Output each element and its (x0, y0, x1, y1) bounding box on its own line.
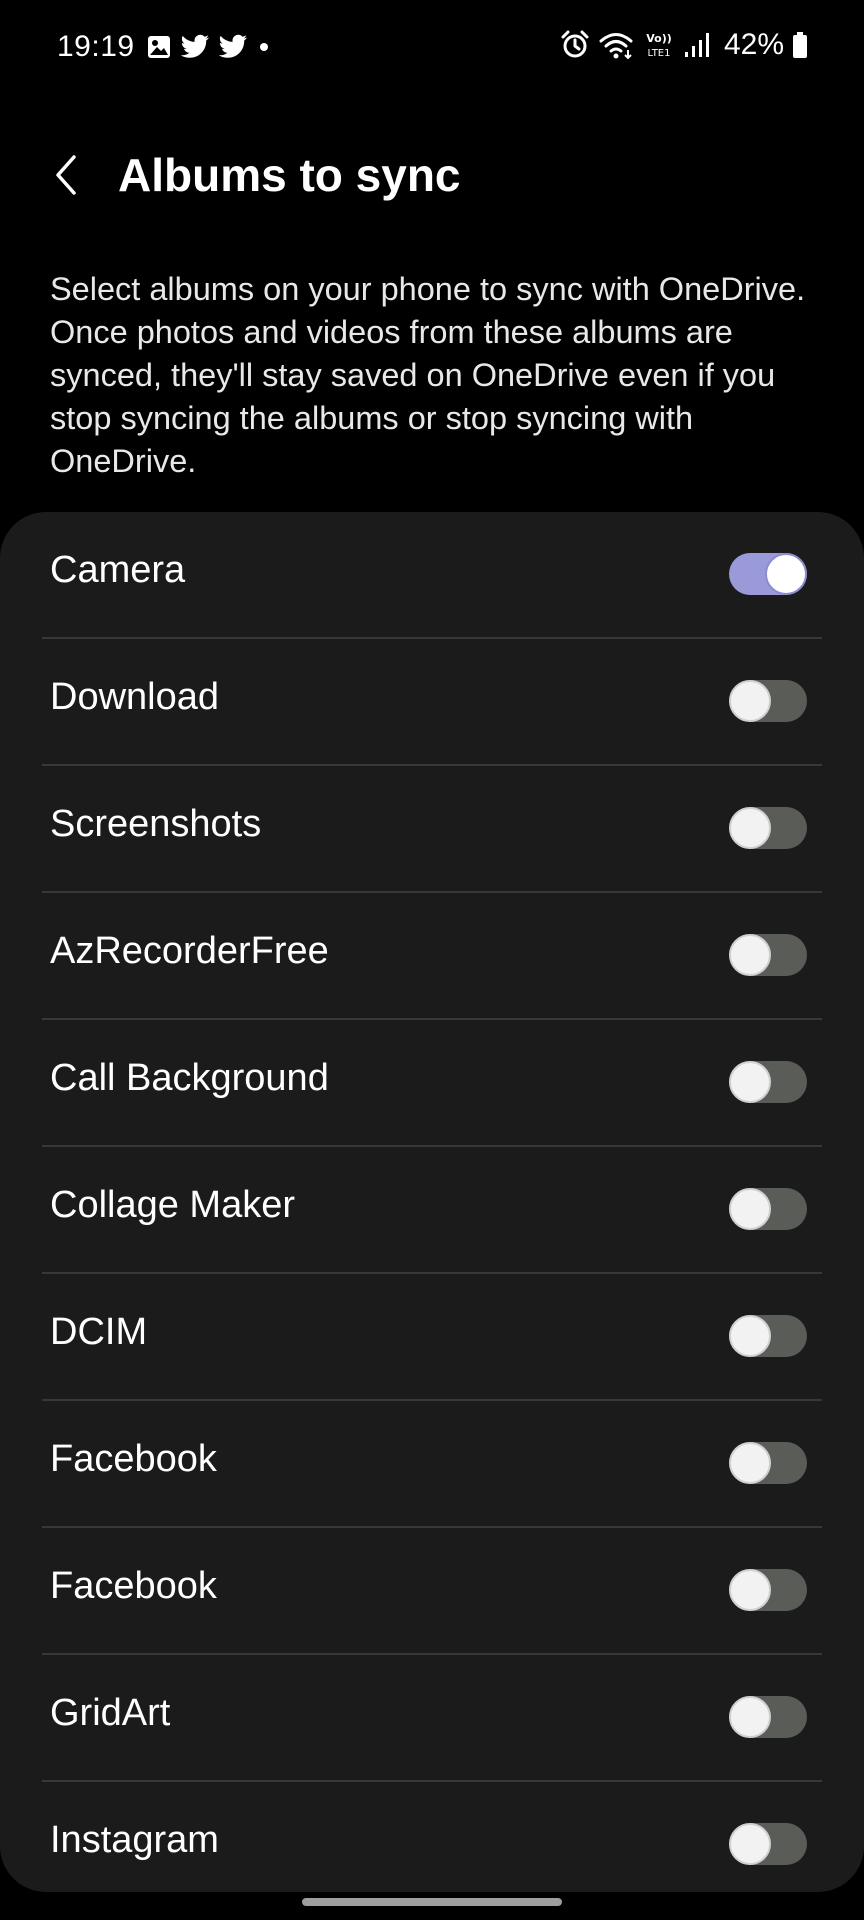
album-label: Download (50, 676, 219, 718)
svg-text:Vo)): Vo)) (646, 32, 672, 45)
toggle-knob (729, 934, 771, 976)
status-bar: 19:19 Vo)) LTE1 42% (0, 0, 864, 96)
albums-list: Camera Download Screenshots AzRecorderFr… (0, 512, 864, 1892)
album-label: Screenshots (50, 803, 262, 845)
svg-text:LTE1: LTE1 (647, 48, 670, 59)
album-label: AzRecorderFree (50, 930, 329, 972)
twitter-icon (180, 34, 210, 60)
toggle-knob (765, 553, 807, 595)
toggle-knob (729, 1061, 771, 1103)
album-label: Facebook (50, 1565, 217, 1607)
call-background-sync-toggle[interactable] (729, 1061, 807, 1103)
album-label: DCIM (50, 1311, 148, 1353)
toggle-knob (729, 1823, 771, 1865)
album-item-screenshots[interactable]: Screenshots (0, 766, 864, 893)
gesture-nav-handle[interactable] (302, 1898, 562, 1906)
album-item-gridart[interactable]: GridArt (0, 1655, 864, 1782)
sync-description: Select albums on your phone to sync with… (50, 271, 806, 479)
volte-icon: Vo)) LTE1 (642, 30, 676, 60)
battery-icon (792, 30, 808, 60)
facebook-sync-toggle[interactable] (729, 1442, 807, 1484)
status-time: 19:19 (57, 30, 135, 63)
album-label: GridArt (50, 1692, 171, 1734)
gridart-sync-toggle[interactable] (729, 1696, 807, 1738)
album-label: Facebook (50, 1438, 217, 1480)
azrecorderfree-sync-toggle[interactable] (729, 934, 807, 976)
instagram-sync-toggle[interactable] (729, 1823, 807, 1865)
camera-sync-toggle[interactable] (729, 553, 807, 595)
album-item-azrecorderfree[interactable]: AzRecorderFree (0, 893, 864, 1020)
gallery-icon (146, 34, 172, 60)
page-title: Albums to sync (118, 149, 461, 201)
toggle-knob (729, 1315, 771, 1357)
system-icons: Vo)) LTE1 42% (560, 28, 808, 62)
album-item-camera[interactable]: Camera (0, 512, 864, 639)
collage-maker-sync-toggle[interactable] (729, 1188, 807, 1230)
album-item-facebook[interactable]: Facebook (0, 1401, 864, 1528)
dot-icon (256, 34, 272, 60)
app-bar: Albums to sync (0, 130, 864, 220)
album-item-facebook-2[interactable]: Facebook (0, 1528, 864, 1655)
toggle-knob (729, 807, 771, 849)
toggle-knob (729, 1569, 771, 1611)
album-item-call-background[interactable]: Call Background (0, 1020, 864, 1147)
download-sync-toggle[interactable] (729, 680, 807, 722)
album-label: Instagram (50, 1819, 219, 1861)
alarm-icon (560, 30, 590, 60)
chevron-left-icon (56, 155, 76, 195)
album-item-instagram[interactable]: Instagram (0, 1782, 864, 1892)
toggle-knob (729, 1442, 771, 1484)
album-label: Call Background (50, 1057, 329, 1099)
twitter-icon (218, 34, 248, 60)
notification-icons (146, 34, 272, 60)
screenshots-sync-toggle[interactable] (729, 807, 807, 849)
toggle-knob (729, 1188, 771, 1230)
album-label: Collage Maker (50, 1184, 295, 1226)
album-item-collage-maker[interactable]: Collage Maker (0, 1147, 864, 1274)
dcim-sync-toggle[interactable] (729, 1315, 807, 1357)
toggle-knob (729, 680, 771, 722)
signal-icon (684, 30, 712, 60)
battery-percentage: 42% (723, 28, 784, 61)
wifi-icon (598, 30, 634, 60)
album-item-dcim[interactable]: DCIM (0, 1274, 864, 1401)
facebook-2-sync-toggle[interactable] (729, 1569, 807, 1611)
toggle-knob (729, 1696, 771, 1738)
back-button[interactable] (38, 146, 96, 204)
album-label: Camera (50, 549, 186, 591)
album-item-download[interactable]: Download (0, 639, 864, 766)
